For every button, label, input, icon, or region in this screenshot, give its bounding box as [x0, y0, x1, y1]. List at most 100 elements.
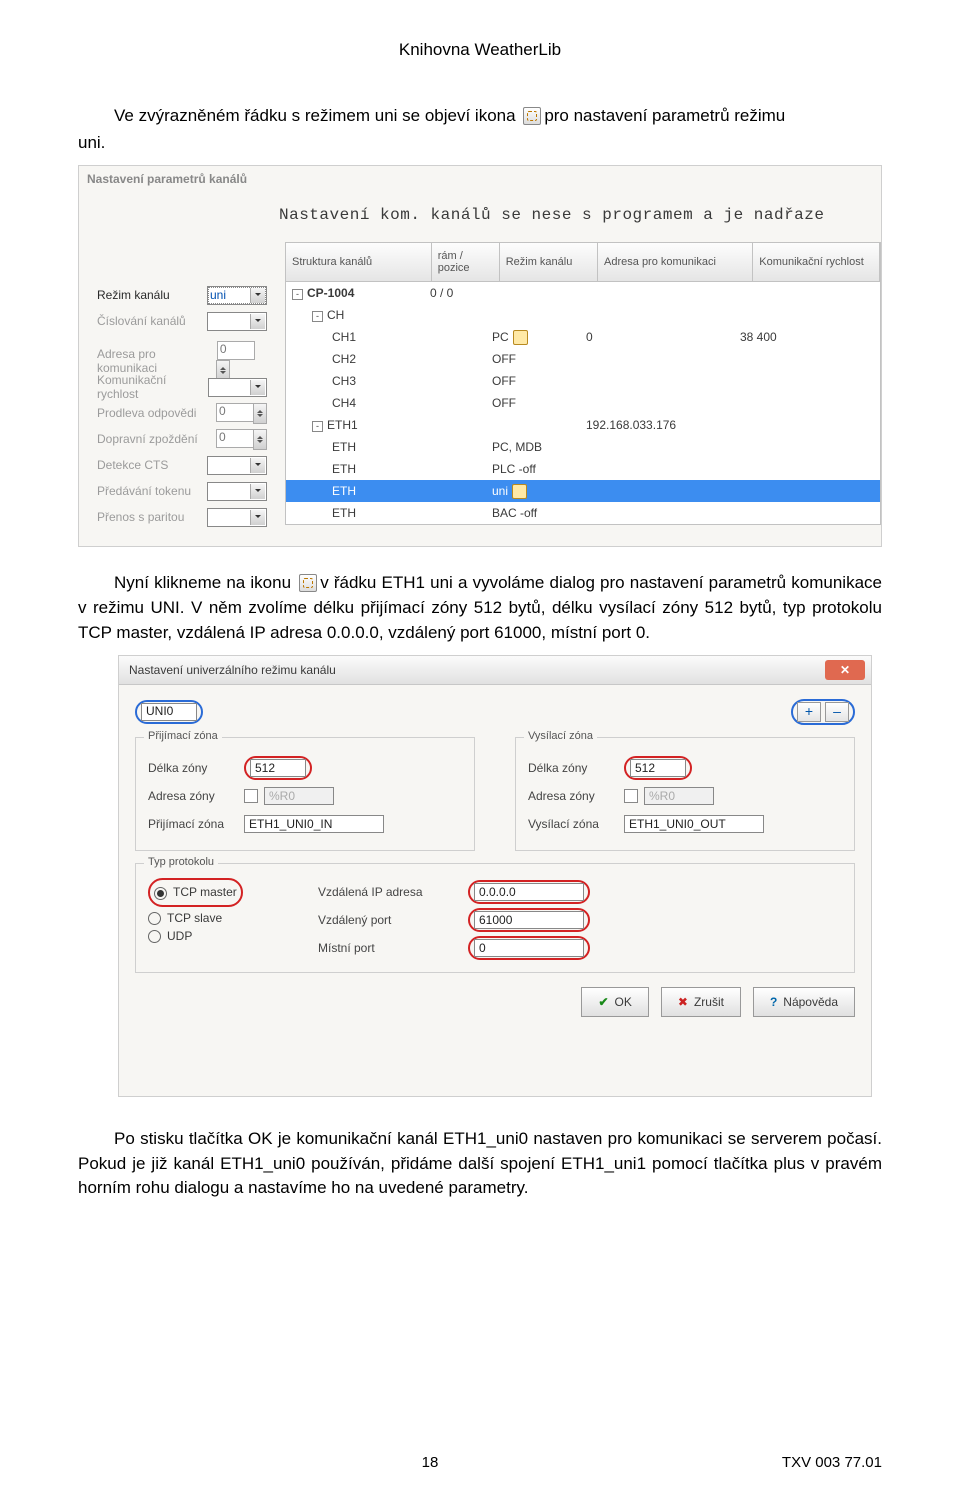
parity-combo[interactable]	[207, 508, 267, 527]
label-traffic: Dopravní zpoždění	[97, 432, 198, 446]
doc-code: TXV 003 77.01	[782, 1454, 882, 1471]
ok-button[interactable]: OK	[581, 987, 648, 1017]
col-header: Komunikační rychlost	[753, 243, 880, 281]
legend-proto: Typ protokolu	[144, 856, 218, 868]
label-txname: Vysílací zóna	[528, 817, 624, 831]
addr-rx-input[interactable]	[264, 787, 334, 805]
dialog-title: Nastavení univerzálního režimu kanálu	[129, 663, 336, 677]
table-body: -CP-10040 / 0-CHCH1PC038 400 CH2 OFF CH3 OFF…	[285, 282, 881, 525]
row-mode: Režim kanálu uni	[97, 282, 267, 308]
mode-value: uni	[210, 288, 226, 302]
table-row[interactable]: -CH	[286, 304, 880, 326]
table-row[interactable]: ETHuni	[286, 480, 880, 502]
chk-addr-rx[interactable]	[244, 789, 258, 803]
label-len-tx: Délka zóny	[528, 761, 624, 775]
cell: 192.168.033.176	[582, 418, 736, 432]
cell: PLC -off	[488, 462, 582, 476]
table-row[interactable]: -ETH1192.168.033.176	[286, 414, 880, 436]
delay-input[interactable]: 0	[216, 403, 254, 422]
table-row[interactable]: ETHPC, MDB	[286, 436, 880, 458]
speed-combo[interactable]	[208, 378, 267, 397]
cell: OFF	[488, 374, 582, 388]
window-tab-label: Nastavení parametrů kanálů	[87, 172, 247, 186]
addr-input[interactable]: 0	[217, 341, 255, 360]
plus-button[interactable]: +	[797, 702, 821, 722]
uni-value: UNI0	[141, 703, 197, 721]
para1-tail: pro nastavení parametrů režimu	[544, 106, 785, 125]
addr-tx-input[interactable]	[644, 787, 714, 805]
button-row: OK Zrušit Nápověda	[135, 987, 855, 1017]
cell: OFF	[488, 352, 582, 366]
label-mode: Režim kanálu	[97, 288, 170, 302]
para2a: Nyní klikneme na ikonu	[114, 573, 291, 592]
ip-input[interactable]	[474, 883, 584, 901]
chk-addr-tx[interactable]	[624, 789, 638, 803]
tree-label: CH3	[332, 374, 356, 388]
uni-selector[interactable]: UNI0	[135, 700, 203, 724]
tree-label: ETH	[332, 506, 356, 520]
table-header: Struktura kanálůrám / poziceRežim kanálu…	[285, 242, 881, 282]
col-header: rám / pozice	[432, 243, 500, 281]
config-icon[interactable]	[513, 330, 528, 345]
cell: BAC -off	[488, 506, 582, 520]
traffic-spinner[interactable]	[253, 429, 267, 450]
label-addr-tx: Adresa zóny	[528, 789, 624, 803]
numbering-combo[interactable]	[207, 312, 267, 331]
row-delay: Prodleva odpovědi 0	[97, 400, 267, 426]
delay-spinner[interactable]	[253, 403, 267, 424]
label-parity: Přenos s paritou	[97, 510, 184, 524]
table-row[interactable]: CH1PC038 400	[286, 326, 880, 348]
tree-label: ETH	[332, 440, 356, 454]
chevron-down-icon	[250, 458, 265, 473]
close-button[interactable]: ✕	[825, 660, 865, 680]
group-tx: Vysílací zóna Délka zóny Adresa zóny Vys…	[515, 737, 855, 851]
chevron-down-icon	[250, 314, 265, 329]
radio-udp[interactable]: UDP	[148, 929, 288, 943]
paragraph-2: Nyní klikneme na ikonu v řádku ETH1 uni …	[78, 571, 882, 645]
label-rport: Vzdálený port	[318, 913, 468, 927]
dialog-titlebar: Nastavení univerzálního režimu kanálu ✕	[119, 656, 871, 685]
cell: 0	[582, 330, 736, 344]
row-numbering: Číslování kanálů	[97, 308, 267, 334]
radio-tcp-slave[interactable]: TCP slave	[148, 911, 288, 925]
table-row[interactable]: -CP-10040 / 0	[286, 282, 880, 304]
paragraph-3: Po stisku tlačítka OK je komunikační kan…	[78, 1127, 882, 1201]
screenshot-uni-dialog: Nastavení univerzálního režimu kanálu ✕ …	[118, 655, 872, 1097]
rxname-input[interactable]	[244, 815, 384, 833]
token-combo[interactable]	[207, 482, 267, 501]
len-rx-input[interactable]	[250, 759, 306, 777]
table-row[interactable]: ETHPLC -off	[286, 458, 880, 480]
row-addr: Adresa pro komunikaci 0	[97, 348, 267, 374]
table-row[interactable]: CH3 OFF	[286, 370, 880, 392]
row-token: Předávání tokenu	[97, 478, 267, 504]
config-icon[interactable]	[512, 484, 527, 499]
radio-label: TCP slave	[167, 911, 222, 925]
tree-toggle-icon[interactable]: -	[312, 421, 323, 432]
cell: OFF	[488, 396, 582, 410]
label-lport: Místní port	[318, 941, 468, 955]
rport-input[interactable]	[474, 911, 584, 929]
minus-button[interactable]: –	[825, 702, 849, 722]
para1-text: Ve zvýrazněném řádku s režimem uni se ob…	[114, 106, 516, 125]
para1-loose: uni.	[78, 131, 882, 156]
radio-tcp-master[interactable]: TCP master	[154, 885, 237, 899]
page-header: Knihovna WeatherLib	[78, 40, 882, 60]
mode-combo[interactable]: uni	[207, 286, 267, 305]
len-tx-input[interactable]	[630, 759, 686, 777]
table-row[interactable]: CH4OFF	[286, 392, 880, 414]
tree-toggle-icon[interactable]: -	[292, 289, 303, 300]
traffic-input[interactable]: 0	[216, 429, 254, 448]
cell: 38 400	[736, 330, 860, 344]
table-row[interactable]: ETH BAC -off	[286, 502, 880, 524]
label-delay: Prodleva odpovědi	[97, 406, 196, 420]
help-button[interactable]: Nápověda	[753, 987, 855, 1017]
cancel-button[interactable]: Zrušit	[661, 987, 741, 1017]
txname-input[interactable]	[624, 815, 764, 833]
tree-toggle-icon[interactable]: -	[312, 311, 323, 322]
tree-label: CH2	[332, 352, 356, 366]
label-cts: Detekce CTS	[97, 458, 168, 472]
lport-input[interactable]	[474, 939, 584, 957]
table-row[interactable]: CH2 OFF	[286, 348, 880, 370]
cell: 0 / 0	[426, 286, 488, 300]
cts-combo[interactable]	[207, 456, 267, 475]
